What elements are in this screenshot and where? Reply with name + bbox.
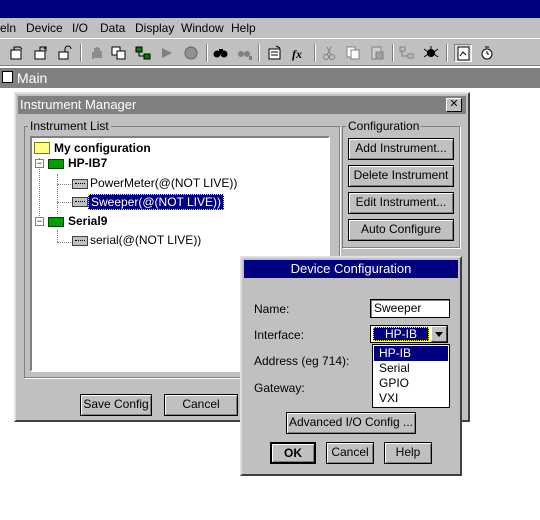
svg-text:fx: fx (292, 47, 302, 61)
configuration-label: Configuration (346, 119, 422, 133)
run-icon[interactable] (158, 44, 176, 62)
instrument-manager-titlebar: Instrument Manager ✕ (18, 96, 466, 114)
menu-window[interactable]: Window (181, 21, 224, 35)
instrument-manager-title: Instrument Manager (20, 97, 137, 112)
interface-select[interactable]: HP-IB (370, 325, 448, 343)
paste-icon[interactable] (344, 44, 362, 62)
unlock-icon[interactable] (56, 44, 74, 62)
address-label: Address (eg 714): (254, 354, 350, 368)
document-icon (2, 71, 13, 83)
hierarchy-icon[interactable] (134, 44, 152, 62)
cancel-button[interactable]: Cancel (326, 442, 374, 464)
delete-icon[interactable] (368, 44, 386, 62)
interface-options-list[interactable]: HP-IB Serial GPIO VXI (372, 344, 450, 408)
edit-instrument-button[interactable]: Edit Instrument... (348, 192, 454, 214)
hand-icon[interactable] (88, 44, 106, 62)
help-button[interactable]: Help (384, 442, 432, 464)
instrument-list-label: Instrument List (28, 119, 111, 133)
instrument-icon (72, 236, 88, 246)
cancel-button[interactable]: Cancel (164, 394, 238, 416)
tree-item-serial[interactable]: serial(@(NOT LIVE)) (90, 233, 201, 247)
toolbar: fx (0, 38, 540, 66)
tree-group-serial[interactable]: Serial9 (68, 214, 107, 228)
menu-bar: eln Device I/O Data Display Window Help (0, 18, 540, 38)
interface-selected-value: HP-IB (373, 327, 429, 341)
device-configuration-title: Device Configuration (244, 260, 458, 278)
instrument-icon (72, 197, 88, 207)
interface-option-hpib[interactable]: HP-IB (374, 346, 448, 361)
interface-label: Interface: (254, 328, 305, 342)
circle-icon[interactable] (182, 44, 200, 62)
gateway-label: Gateway: (254, 381, 305, 395)
ok-button[interactable]: OK (270, 442, 316, 464)
collapse-icon[interactable]: − (35, 217, 44, 226)
interface-card-icon (48, 159, 64, 169)
device-configuration-dialog: Device Configuration Name: Sweeper Inter… (240, 256, 462, 476)
save-icon[interactable] (32, 44, 50, 62)
interface-card-icon (48, 217, 64, 227)
form-icon[interactable] (266, 44, 284, 62)
menu-device[interactable]: Device (26, 21, 63, 35)
tree-item-powermeter[interactable]: PowerMeter(@(NOT LIVE)) (90, 176, 237, 190)
app-title-bar (0, 0, 540, 18)
copy-icon[interactable] (110, 44, 128, 62)
save-config-button[interactable]: Save Config (80, 394, 152, 416)
replace-icon[interactable] (236, 44, 254, 62)
function-icon[interactable]: fx (290, 44, 308, 62)
delete-instrument-button[interactable]: Delete Instrument (348, 165, 454, 187)
menu-display[interactable]: Display (135, 21, 174, 35)
tree-icon[interactable] (398, 44, 416, 62)
menu-file[interactable]: eln (0, 21, 16, 35)
main-window-titlebar: Main (0, 68, 540, 88)
timer-icon[interactable] (478, 44, 496, 62)
name-field[interactable]: Sweeper (370, 299, 450, 318)
collapse-icon[interactable]: − (35, 159, 44, 168)
interface-option-serial[interactable]: Serial (374, 361, 448, 376)
debug-icon[interactable] (422, 44, 440, 62)
close-button[interactable]: ✕ (446, 98, 462, 112)
tree-group-hpib[interactable]: HP-IB7 (68, 156, 107, 170)
menu-io[interactable]: I/O (72, 21, 88, 35)
dropdown-arrow-icon[interactable] (431, 326, 447, 342)
add-instrument-button[interactable]: Add Instrument... (348, 138, 454, 160)
open-icon[interactable] (8, 44, 26, 62)
menu-help[interactable]: Help (231, 21, 256, 35)
tree-item-sweeper-selected[interactable]: Sweeper(@(NOT LIVE)) (88, 194, 224, 210)
name-label: Name: (254, 302, 290, 316)
tree-root-label[interactable]: My configuration (54, 141, 151, 155)
cut-icon[interactable] (320, 44, 338, 62)
instrument-icon (72, 179, 88, 189)
interface-option-gpio[interactable]: GPIO (374, 376, 448, 391)
find-icon[interactable] (212, 44, 230, 62)
menu-data[interactable]: Data (100, 21, 125, 35)
folder-icon (34, 142, 50, 154)
auto-configure-button[interactable]: Auto Configure (348, 219, 454, 241)
advanced-io-config-button[interactable]: Advanced I/O Config ... (286, 412, 416, 434)
properties-icon[interactable] (454, 44, 472, 62)
main-window-title: Main (17, 70, 48, 86)
interface-option-vxi[interactable]: VXI (374, 391, 448, 406)
